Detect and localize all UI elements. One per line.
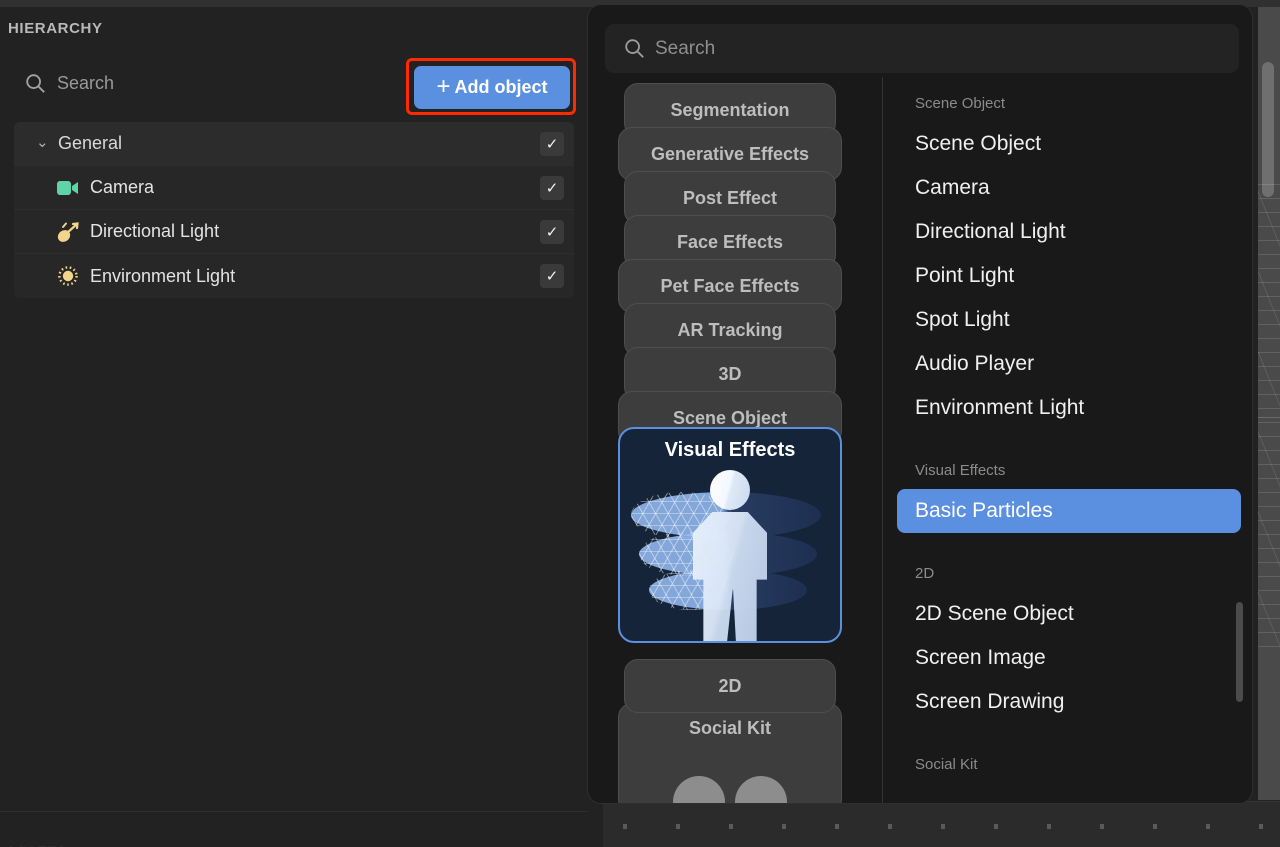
category-chip-visual-effects[interactable]: Visual Effects [618, 427, 842, 643]
list-item[interactable]: Screen Drawing [897, 680, 1241, 724]
visual-effects-thumbnail [625, 466, 835, 641]
category-label: Visual Effects [665, 439, 796, 462]
tree-row-directional-light[interactable]: Directional Light ✓ [14, 210, 574, 254]
hierarchy-panel: HIERARCHY + Add object ⌄ General ✓ [0, 7, 588, 812]
add-object-label: Add object [455, 77, 548, 98]
tree-row-camera[interactable]: Camera ✓ [14, 166, 574, 210]
popup-search-field[interactable] [605, 24, 1239, 73]
category-label: Generative Effects [651, 144, 809, 165]
list-section-heading: 2D [884, 547, 1253, 592]
list-spacer [884, 724, 1253, 738]
list-item[interactable]: Spot Light [897, 298, 1241, 342]
search-icon [24, 72, 46, 94]
visibility-checkbox[interactable]: ✓ [540, 132, 564, 156]
category-label: Post Effect [683, 188, 777, 209]
list-spacer [884, 533, 1253, 547]
list-section-heading: Scene Object [884, 77, 1253, 122]
environment-light-icon [56, 265, 80, 287]
category-label: 2D [718, 676, 741, 697]
category-label: Pet Face Effects [660, 276, 799, 297]
visibility-checkbox[interactable]: ✓ [540, 176, 564, 200]
assets-panel-label: ASSETS [6, 843, 67, 847]
timeline-ruler[interactable] [603, 801, 1280, 847]
add-object-popup: Segmentation Generative Effects Post Eff… [587, 4, 1253, 804]
add-object-highlight: + Add object [406, 58, 576, 115]
chevron-down-icon[interactable]: ⌄ [36, 136, 50, 150]
list-item[interactable]: Environment Light [897, 386, 1241, 430]
list-item[interactable]: Point Light [897, 254, 1241, 298]
category-chip-2d[interactable]: 2D [624, 659, 836, 713]
list-section-heading: Visual Effects [884, 444, 1253, 489]
category-chip-social-kit[interactable]: Social Kit [618, 703, 842, 804]
list-item-basic-particles[interactable]: Basic Particles [897, 489, 1241, 533]
social-kit-thumbnail [651, 754, 811, 804]
viewport-grid [1258, 177, 1280, 647]
list-item[interactable]: Audio Player [897, 342, 1241, 386]
list-spacer [884, 430, 1253, 444]
popup-divider [882, 77, 883, 804]
category-label: Segmentation [670, 100, 789, 121]
category-label: Face Effects [677, 232, 783, 253]
tree-row-general[interactable]: ⌄ General ✓ [14, 122, 574, 166]
add-object-button[interactable]: + Add object [414, 66, 570, 109]
visibility-checkbox[interactable]: ✓ [540, 220, 564, 244]
search-icon [623, 37, 645, 59]
visibility-checkbox[interactable]: ✓ [540, 264, 564, 288]
tree-item-label: Directional Light [90, 221, 219, 242]
tree-row-environment-light[interactable]: Environment Light ✓ [14, 254, 574, 298]
tree-item-label: Environment Light [90, 266, 235, 287]
tree-item-label: Camera [90, 177, 154, 198]
category-chip-stack: Segmentation Generative Effects Post Eff… [606, 83, 876, 804]
hierarchy-tree: ⌄ General ✓ Camera ✓ Directi [14, 122, 574, 298]
search-input[interactable] [57, 65, 387, 101]
person-silhouette-icon [693, 470, 767, 642]
directional-light-icon [56, 221, 80, 243]
camera-icon [56, 177, 80, 199]
popup-search-input[interactable] [655, 30, 1215, 67]
list-item[interactable]: Screen Image [897, 636, 1241, 680]
list-item[interactable]: Directional Light [897, 210, 1241, 254]
app-root: HIERARCHY + Add object ⌄ General ✓ [0, 0, 1280, 847]
list-section-heading: Social Kit [884, 738, 1253, 783]
tree-item-label: General [58, 133, 122, 154]
category-label: AR Tracking [677, 320, 782, 341]
list-scrollbar[interactable] [1236, 602, 1243, 702]
category-label: 3D [718, 364, 741, 385]
list-item[interactable]: Scene Object [897, 122, 1241, 166]
scene-viewport[interactable] [1258, 7, 1280, 800]
category-label: Scene Object [673, 408, 787, 429]
list-item[interactable]: Camera [897, 166, 1241, 210]
list-item[interactable]: 2D Scene Object [897, 592, 1241, 636]
plus-icon: + [436, 75, 450, 99]
category-label: Social Kit [689, 718, 771, 739]
object-type-list[interactable]: Scene Object Scene Object Camera Directi… [884, 77, 1253, 804]
viewport-horizon-line [1258, 417, 1280, 418]
page-title: HIERARCHY [8, 20, 103, 37]
